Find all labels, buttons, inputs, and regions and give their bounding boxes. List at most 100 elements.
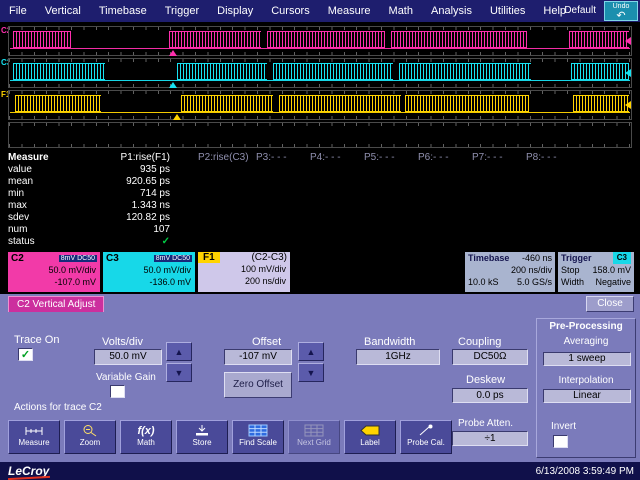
p1-value: 935 ps xyxy=(92,164,172,176)
trigger-descriptor-box[interactable]: Trigger C3 Stop 158.0 mV Width Negative xyxy=(558,252,634,292)
c3-baseline xyxy=(10,80,630,81)
waveform-grid-empty[interactable] xyxy=(8,122,632,148)
volts-div-field[interactable]: 50.0 mV xyxy=(94,349,162,365)
offset-field[interactable]: -107 mV xyxy=(224,349,292,365)
variable-gain-checkbox[interactable] xyxy=(110,385,125,398)
menu-trigger[interactable]: Trigger xyxy=(156,5,208,17)
invert-checkbox[interactable] xyxy=(553,435,568,448)
c2-waveform-burst xyxy=(267,31,385,48)
c3-trigger-marker-icon[interactable] xyxy=(169,82,177,88)
c3-offset: -136.0 mV xyxy=(103,276,195,288)
offset-down-button[interactable]: ▼ xyxy=(298,363,324,382)
trigger-level: 158.0 mV xyxy=(592,264,631,276)
timebase-title: Timebase xyxy=(468,252,509,264)
next-grid-action-button: Next Grid xyxy=(288,420,340,454)
offset-label: Offset xyxy=(252,336,281,348)
undo-button[interactable]: Undo ↶ xyxy=(604,1,638,21)
down-arrow-icon: ▼ xyxy=(175,368,184,378)
label-action-button[interactable]: Label xyxy=(344,420,396,454)
c2-level-indicator-icon[interactable] xyxy=(625,37,631,45)
waveform-grid-c2[interactable] xyxy=(8,26,632,56)
measure-row-mean: mean 920.65 ps xyxy=(0,176,640,188)
c3-descriptor-box[interactable]: C3 8mV DC50 50.0 mV/div -136.0 mV xyxy=(103,252,195,292)
menu-utilities[interactable]: Utilities xyxy=(481,5,534,17)
measure-header-p8[interactable]: P8:- - - xyxy=(522,152,576,164)
store-arrow-icon xyxy=(177,423,227,438)
measure-header-p2[interactable]: P2:rise(C3) xyxy=(172,152,252,164)
measure-table-header: Measure P1:rise(F1) P2:rise(C3) P3:- - -… xyxy=(0,152,640,164)
waveform-grid-c3[interactable] xyxy=(8,58,632,88)
menu-analysis[interactable]: Analysis xyxy=(422,5,481,17)
zoom-action-button[interactable]: Zoom xyxy=(64,420,116,454)
fx-math-icon: f(x) xyxy=(121,423,171,438)
c2-baseline xyxy=(10,48,630,49)
trigger-slope: Negative xyxy=(595,276,631,288)
c3-descriptor-title: C3 xyxy=(106,253,119,264)
measure-header-p4[interactable]: P4:- - - xyxy=(306,152,360,164)
volts-div-down-button[interactable]: ▼ xyxy=(166,363,192,382)
math-action-button[interactable]: f(x) Math xyxy=(120,420,172,454)
c2-descriptor-title: C2 xyxy=(11,253,24,264)
measure-row-min: min 714 ps xyxy=(0,188,640,200)
interpolation-field[interactable]: Linear xyxy=(543,389,631,403)
grid-ticks-bottom xyxy=(9,144,631,147)
invert-label: Invert xyxy=(551,421,576,432)
f1-baseline xyxy=(10,112,630,113)
c2-waveform-burst xyxy=(391,31,527,48)
c3-vdiv: 50.0 mV/div xyxy=(103,264,195,276)
f1-waveform-burst xyxy=(573,95,629,112)
offset-up-button[interactable]: ▲ xyxy=(298,342,324,361)
menu-timebase[interactable]: Timebase xyxy=(90,5,156,17)
measure-action-button[interactable]: Measure xyxy=(8,420,60,454)
f1-level-indicator-icon[interactable] xyxy=(625,101,631,109)
next-grid-icon xyxy=(289,423,339,438)
trace-on-checkbox[interactable]: ✓ xyxy=(18,348,33,361)
bandwidth-field[interactable]: 1GHz xyxy=(356,349,440,365)
measure-header-p6[interactable]: P6:- - - xyxy=(414,152,468,164)
volts-div-up-button[interactable]: ▲ xyxy=(166,342,192,361)
check-icon: ✓ xyxy=(21,349,30,361)
deskew-field[interactable]: 0.0 ps xyxy=(452,388,528,403)
menu-file[interactable]: File xyxy=(0,5,36,17)
menu-vertical[interactable]: Vertical xyxy=(36,5,90,17)
timebase-rate: 5.0 GS/s xyxy=(517,276,552,288)
tab-c2-vertical-adjust[interactable]: C2 Vertical Adjust xyxy=(8,296,104,312)
find-scale-action-button[interactable]: Find Scale xyxy=(232,420,284,454)
store-action-button[interactable]: Store xyxy=(176,420,228,454)
probe-cal-action-button[interactable]: Probe Cal. xyxy=(400,420,452,454)
close-button[interactable]: Close xyxy=(586,296,634,312)
measure-header-p1[interactable]: P1:rise(F1) xyxy=(92,152,172,164)
c2-descriptor-box[interactable]: C2 8mV DC50 50.0 mV/div -107.0 mV xyxy=(8,252,100,292)
probe-atten-field[interactable]: ÷1 xyxy=(452,431,528,446)
f1-trigger-marker-icon[interactable] xyxy=(173,114,181,120)
measure-row-status: status ✓ xyxy=(0,236,640,248)
status-bar: LeCroy 6/13/2008 3:59:49 PM xyxy=(0,462,640,480)
zero-offset-button[interactable]: Zero Offset xyxy=(224,372,292,398)
trigger-title: Trigger xyxy=(561,252,592,264)
waveform-grid-f1[interactable] xyxy=(8,90,632,120)
f1-descriptor-title: F1 xyxy=(198,252,220,263)
measure-row-num: num 107 xyxy=(0,224,640,236)
c3-level-indicator-icon[interactable] xyxy=(625,69,631,77)
measure-header-p7[interactable]: P7:- - - xyxy=(468,152,522,164)
timebase-descriptor-box[interactable]: Timebase -460 ns 200 ns/div 10.0 kS 5.0 … xyxy=(465,252,555,292)
row-label: sdev xyxy=(0,212,92,224)
c2-trigger-marker-icon[interactable] xyxy=(169,50,177,56)
f1-descriptor-box[interactable]: F1 (C2-C3) 100 mV/div 200 ns/div xyxy=(198,252,290,292)
measure-header-p5[interactable]: P5:- - - xyxy=(360,152,414,164)
setup-default-label: Default xyxy=(564,5,596,16)
undo-icon: ↶ xyxy=(605,11,637,21)
measure-header-p3[interactable]: P3:- - - xyxy=(252,152,306,164)
measure-row-sdev: sdev 120.82 ps xyxy=(0,212,640,224)
averaging-label: Averaging xyxy=(537,336,635,347)
interpolation-label: Interpolation xyxy=(537,375,635,386)
averaging-field[interactable]: 1 sweep xyxy=(543,352,631,366)
grid-ticks-bottom xyxy=(9,116,631,119)
f1-source: (C2-C3) xyxy=(251,252,290,263)
menu-measure[interactable]: Measure xyxy=(319,5,380,17)
menu-display[interactable]: Display xyxy=(208,5,262,17)
c2-offset: -107.0 mV xyxy=(8,276,100,288)
menu-math[interactable]: Math xyxy=(380,5,422,17)
coupling-field[interactable]: DC50Ω xyxy=(452,349,528,365)
menu-cursors[interactable]: Cursors xyxy=(262,5,319,17)
